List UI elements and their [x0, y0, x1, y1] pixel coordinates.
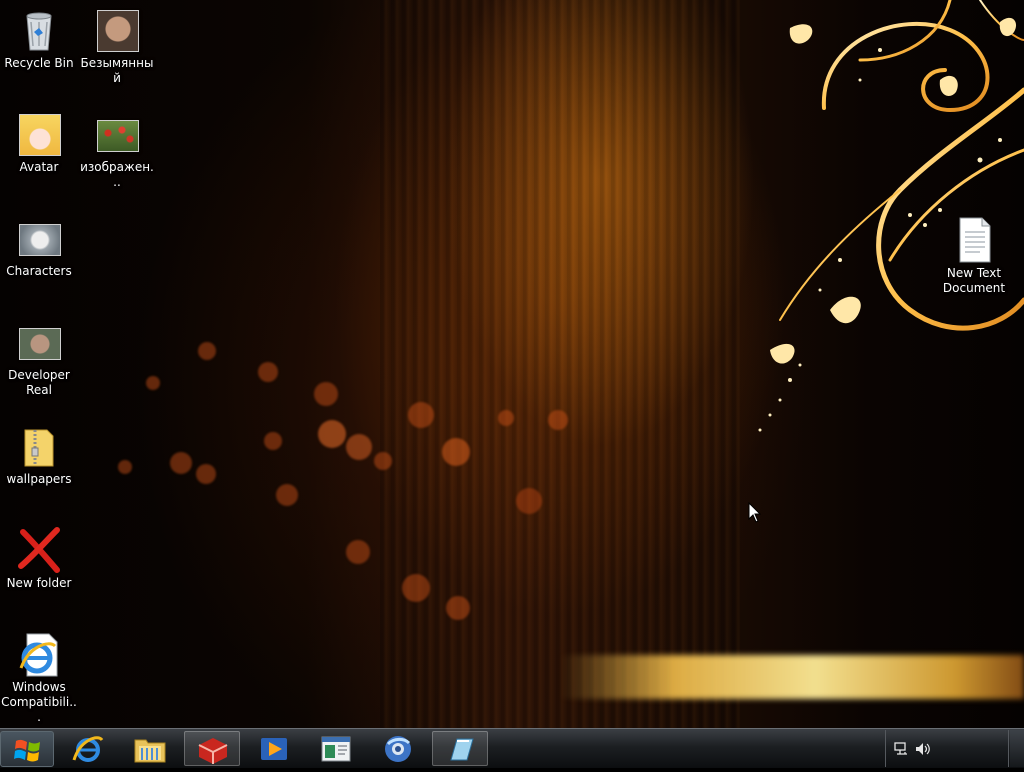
bokeh-dot: [374, 452, 392, 470]
bokeh-dot: [346, 434, 372, 460]
bokeh-dot: [258, 362, 278, 382]
bokeh-dot: [276, 484, 298, 506]
desktop-icon-label: Безымянный: [80, 56, 154, 85]
network-icon[interactable]: [894, 741, 910, 757]
desktop-icon-characters[interactable]: Characters: [1, 214, 77, 279]
desktop-icon-new-text-document[interactable]: New Text Document: [936, 216, 1012, 296]
taskbar-button-windows-explorer[interactable]: [122, 731, 178, 766]
desktop-icon-wallpapers[interactable]: wallpapers: [1, 422, 77, 487]
desktop-icon-recycle-bin[interactable]: Recycle Bin: [1, 6, 77, 71]
desktop-icon-bezymyannyi[interactable]: Безымянный: [79, 6, 155, 86]
bokeh-dot: [198, 342, 216, 360]
bokeh-dot: [318, 420, 346, 448]
speaker-icon[interactable]: [915, 741, 931, 757]
zip-folder-icon: [15, 422, 63, 470]
bokeh-dot: [346, 540, 370, 564]
desktop-icon-new-folder[interactable]: New folder: [1, 526, 77, 591]
mouse-cursor-icon: [748, 502, 762, 523]
show-desktop-button[interactable]: [1010, 730, 1024, 767]
red-x-icon: [15, 526, 63, 574]
desktop-icon-izobrazhen[interactable]: изображен...: [79, 110, 155, 190]
taskbar-button-browser[interactable]: [370, 731, 426, 766]
wallpaper-wood-stripes: [380, 0, 740, 728]
bokeh-dot: [516, 488, 542, 514]
bokeh-dot: [402, 574, 430, 602]
media-player-icon: [261, 738, 287, 760]
desktop-icon-avatar[interactable]: Avatar: [1, 110, 77, 175]
taskbar-button-notepad-app[interactable]: [432, 731, 488, 766]
flowers-image-icon: [93, 110, 141, 158]
system-tray: [885, 730, 1009, 767]
internet-explorer-doc-icon: [15, 630, 63, 678]
bokeh-dot: [264, 432, 282, 450]
desktop-icon-windows-compatibility[interactable]: Windows Compatibili...: [1, 630, 77, 725]
recycle-bin-icon: [15, 6, 63, 54]
desktop-icon-label: Windows Compatibili...: [1, 680, 77, 724]
folder-library-icon: [134, 739, 166, 763]
taskbar-button-media-player[interactable]: [246, 731, 302, 766]
windows-logo-icon: [14, 739, 40, 762]
window-app-icon: [321, 736, 351, 762]
desktop-icon-label: Characters: [6, 264, 72, 278]
bokeh-dot: [548, 410, 568, 430]
globe-browser-icon: [385, 736, 411, 762]
wallpaper-glow-bar: [560, 655, 1024, 699]
anime-avatar-icon: [15, 110, 63, 158]
taskbar-button-control-panel[interactable]: [308, 731, 364, 766]
notebook-icon: [450, 738, 474, 761]
desktop-icon-label: Avatar: [19, 160, 59, 174]
red-box-icon: [198, 738, 228, 764]
bokeh-dot: [408, 402, 434, 428]
desktop-icon-label: New Text Document: [942, 266, 1006, 295]
photo-thumbnail-icon: [93, 6, 141, 54]
taskbar-button-internet-explorer[interactable]: [60, 731, 116, 766]
start-button[interactable]: [0, 731, 54, 767]
desktop-icon-label: изображен...: [80, 160, 154, 189]
bokeh-dot: [146, 376, 160, 390]
bokeh-dot: [498, 410, 514, 426]
taskbar: [0, 728, 1024, 768]
taskbar-button-red-app[interactable]: [184, 731, 240, 766]
characters-image-icon: [15, 214, 63, 262]
photo-thumbnail-icon: [15, 318, 63, 366]
desktop-icon-label: Developer Real: [8, 368, 70, 397]
desktop-icon-label: wallpapers: [6, 472, 72, 486]
desktop-icon-developer-real[interactable]: Developer Real: [1, 318, 77, 398]
bokeh-dot: [446, 596, 470, 620]
bokeh-dot: [196, 464, 216, 484]
desktop-icon-label: Recycle Bin: [4, 56, 74, 70]
text-document-icon: [950, 216, 998, 264]
internet-explorer-icon: [72, 736, 104, 762]
bokeh-dot: [170, 452, 192, 474]
bokeh-dot: [314, 382, 338, 406]
desktop-icon-label: New folder: [6, 576, 72, 590]
bokeh-dot: [118, 460, 132, 474]
bokeh-dot: [442, 438, 470, 466]
